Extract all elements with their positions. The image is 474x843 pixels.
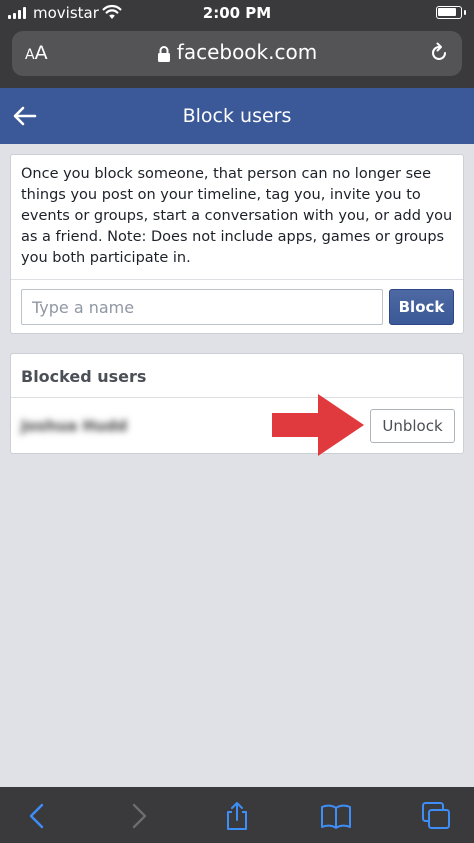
page-title: Block users [182,105,292,127]
blocked-users-card: Blocked users Joshua Hudd Unblock [10,353,464,454]
browser-address-area: AA facebook.com [0,26,474,88]
lock-icon [157,45,170,62]
divider [11,397,463,398]
blocked-users-heading: Blocked users [21,367,147,386]
bookmarks-icon[interactable] [320,801,352,831]
page-header: Block users [0,88,474,144]
address-bar[interactable]: AA facebook.com [12,31,462,76]
tabs-icon[interactable] [420,801,452,831]
block-user-card: Once you block someone, that person can … [10,154,464,334]
name-search-input[interactable] [21,289,383,325]
status-bar: movistar 2:00 PM [0,0,474,26]
url-display[interactable]: facebook.com [12,40,462,64]
battery-icon [436,6,466,19]
blocked-user-name: Joshua Hudd [21,417,128,435]
clock: 2:00 PM [202,4,272,22]
back-icon[interactable] [22,801,54,831]
share-icon[interactable] [221,801,253,831]
divider [11,279,463,280]
forward-icon[interactable] [122,801,154,831]
unblock-button[interactable]: Unblock [370,409,455,443]
block-button[interactable]: Block [389,289,454,325]
red-arrow-annotation [272,394,364,456]
url-text: facebook.com [176,40,318,64]
browser-toolbar [0,787,474,843]
block-description: Once you block someone, that person can … [21,166,453,266]
reload-icon[interactable] [428,42,450,64]
